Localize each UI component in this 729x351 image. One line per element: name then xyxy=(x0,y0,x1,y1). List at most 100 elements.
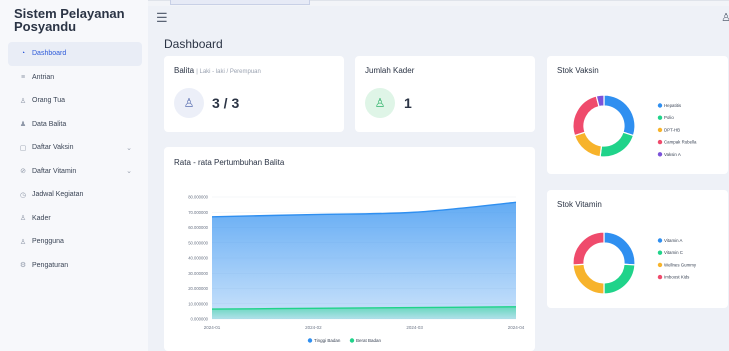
x-tick-label: 2024-02 xyxy=(305,325,322,330)
balita-sublabel: | Laki - laki / Perempuan xyxy=(196,69,261,75)
sidebar-item-dashboard[interactable]: ◔ Dashboard xyxy=(8,42,142,66)
x-tick-label: 2024-04 xyxy=(508,325,525,330)
parent-icon: ♙ xyxy=(19,97,27,105)
y-tick-label: 0.000000 xyxy=(191,317,209,322)
sidebar-item-label: Antrian xyxy=(32,73,55,81)
legend-label-vitamin-c: Vitamin C xyxy=(664,250,683,255)
legend-marker-vitamin-a xyxy=(657,238,663,243)
x-tick-label: 2024-03 xyxy=(406,325,423,330)
vitamin-donut-chart: Vitamin A Vitamin C Wellnes Gummy Imboost K… xyxy=(572,231,697,295)
chevron-down-icon[interactable]: ⌄ xyxy=(126,167,132,175)
legend-marker-vitamin-c xyxy=(657,250,663,255)
legend-marker-berat-badan xyxy=(349,338,355,343)
kader-card: Jumlah Kader ♙ 1 xyxy=(355,56,535,132)
page-title: Dashboard xyxy=(164,37,223,51)
growth-area-chart: 0.000000 10.000000 20.000000 30.000000 40.00… xyxy=(188,195,525,344)
legend-label-tinggi-badan: Tinggi Badan xyxy=(314,338,341,343)
slice-vitamin-c xyxy=(603,263,636,295)
legend-marker-imboost-kids xyxy=(657,274,663,280)
x-tick-label: 2024-01 xyxy=(204,325,221,330)
person-icon: ♙ xyxy=(174,88,204,118)
legend-marker-tinggi-badan xyxy=(307,338,313,343)
sidebar-menu: ◔ Dashboard ≡ Antrian ♙ Orang Tua ♟ Data… xyxy=(8,42,142,277)
sidebar-item-jadwal-kegiatan[interactable]: ◷ Jadwal Kegiatan xyxy=(8,183,142,207)
legend-label-polio: Polio xyxy=(664,115,674,120)
y-tick-label: 70.000000 xyxy=(188,210,208,215)
sidebar-item-pengguna[interactable]: ♙ Pengguna xyxy=(8,230,142,254)
slice-hepatitis xyxy=(603,94,636,137)
y-tick-label: 80.000000 xyxy=(188,195,208,200)
vaksin-donut-chart: Hepatitis Polio DPT-HB Campak Rubella Vaksin… xyxy=(572,94,697,158)
sidebar-item-kader[interactable]: ♙ Kader xyxy=(8,207,142,231)
sidebar-item-label: Jadwal Kegiatan xyxy=(32,191,84,199)
sidebar-item-label: Data Balita xyxy=(32,120,67,128)
sidebar-item-label: Daftar Vaksin xyxy=(32,144,74,152)
legend-marker-dpt-hb xyxy=(657,127,663,133)
y-tick-label: 40.000000 xyxy=(188,256,208,261)
y-tick-label: 50.000000 xyxy=(188,240,208,245)
sidebar-item-label: Kader xyxy=(32,214,51,222)
legend-label-wellnes-gummy: Wellnes Gummy xyxy=(664,262,697,267)
vitamin-icon: ⊘ xyxy=(20,168,26,176)
y-tick-label: 10.000000 xyxy=(188,301,208,306)
balita-count: 3 / 3 xyxy=(212,95,240,111)
sidebar-item-label: Daftar Vitamin xyxy=(32,167,77,175)
person-icon: ♙ xyxy=(365,88,395,118)
hamburger-icon[interactable]: ☰ xyxy=(156,10,168,26)
sidebar-item-pengaturan[interactable]: ⚙ Pengaturan xyxy=(8,254,142,278)
kader-card-label: Jumlah Kader xyxy=(365,66,415,75)
top-bar: ☰ ♙ xyxy=(148,6,729,32)
legend-label-vitamin-a: Vitamin A xyxy=(664,238,683,243)
kader-count: 1 xyxy=(404,95,412,111)
vaccine-icon: ▢ xyxy=(19,144,27,152)
slice-imboost-kids xyxy=(572,231,605,266)
slice-polio xyxy=(599,131,635,158)
legend-marker-wellnes-gummy xyxy=(657,262,663,268)
clock-icon: ◷ xyxy=(19,191,27,199)
legend-marker-campak-rubella xyxy=(657,139,663,145)
legend-label-campak-rubella: Campak Rubella xyxy=(664,140,697,145)
sidebar-item-label: Pengguna xyxy=(32,238,64,246)
children-icon: ♟ xyxy=(19,121,27,129)
sidebar-item-orang-tua[interactable]: ♙ Orang Tua xyxy=(8,89,142,113)
sidebar-item-label: Dashboard xyxy=(32,50,67,58)
sidebar-item-antrian[interactable]: ≡ Antrian xyxy=(8,66,142,90)
legend-marker-hepatitis xyxy=(657,103,663,108)
chevron-down-icon[interactable]: ⌄ xyxy=(126,144,132,152)
sidebar-item-data-balita[interactable]: ♟ Data Balita xyxy=(8,113,142,137)
sidebar: Sistem Pelayanan Posyandu ◔ Dashboard ≡ … xyxy=(0,0,148,351)
app-title-line2: Posyandu xyxy=(14,19,77,34)
sidebar-item-label: Orang Tua xyxy=(32,97,66,105)
y-tick-label: 60.000000 xyxy=(188,225,208,230)
dashboard-icon: ◔ xyxy=(20,50,26,58)
y-tick-label: 20.000000 xyxy=(188,286,208,291)
slice-vitamin-a xyxy=(603,231,636,266)
sidebar-item-label: Pengaturan xyxy=(32,261,69,269)
legend-label-vaksin-a: Vaksin A xyxy=(664,152,681,157)
legend-label-imboost-kids: Imboost Kids xyxy=(664,275,690,280)
legend-label-dpt-hb: DPT-HB xyxy=(664,127,680,132)
legend-label-berat-badan: Berat Badan xyxy=(356,338,382,343)
vaksin-card: Stok Vaksin Hepatitis Polio DPT-HB Campak R… xyxy=(547,56,728,174)
slice-campak-rubella xyxy=(572,95,600,137)
gear-icon: ⚙ xyxy=(19,262,27,270)
slice-wellnes-gummy xyxy=(572,263,605,295)
vitamin-card: Stok Vitamin Vitamin A Vitamin C Wellnes G… xyxy=(547,190,728,308)
sidebar-item-daftar-vaksin[interactable]: ▢ Daftar Vaksin ⌄ xyxy=(8,136,142,160)
legend-label-hepatitis: Hepatitis xyxy=(664,103,682,108)
y-tick-label: 30.000000 xyxy=(188,271,208,276)
legend-marker-polio xyxy=(657,115,663,120)
balita-label: Balita xyxy=(174,66,195,75)
legend-marker-vaksin-a xyxy=(657,152,663,157)
balita-card-label: Balita | Laki - laki / Perempuan xyxy=(174,66,261,75)
growth-chart-card: Rata - rata Pertumbuhan Balita 0.000000 1… xyxy=(164,147,535,351)
sidebar-item-daftar-vitamin[interactable]: ⊘ Daftar Vitamin ⌄ xyxy=(8,160,142,184)
slice-dpt-hb xyxy=(573,131,603,158)
users-icon: ♙ xyxy=(19,215,27,223)
user-icon: ♙ xyxy=(19,238,27,246)
balita-card: Balita | Laki - laki / Perempuan ♙ 3 / 3 xyxy=(164,56,344,132)
area-tinggi-badan xyxy=(212,202,516,319)
browser-tab[interactable] xyxy=(170,0,310,5)
user-icon[interactable]: ♙ xyxy=(721,11,729,24)
app-title: Sistem Pelayanan Posyandu xyxy=(14,7,125,33)
